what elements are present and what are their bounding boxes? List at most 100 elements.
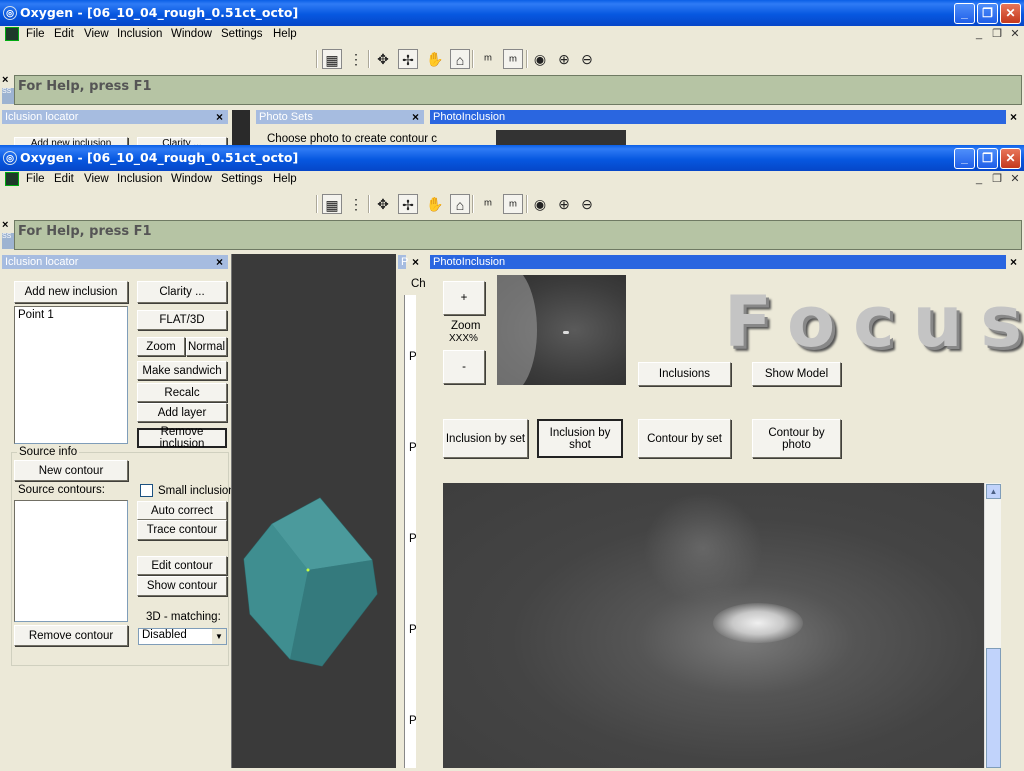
chevron-down-icon[interactable]: ▼ <box>212 629 226 644</box>
zoom-out-button[interactable]: - <box>443 350 485 384</box>
measure-2-icon[interactable]: ᵐ <box>503 194 523 214</box>
photo-sets-row[interactable]: P <box>409 351 417 363</box>
grid-icon[interactable]: ▦ <box>322 49 342 69</box>
matching-select[interactable]: Disabled ▼ <box>138 628 227 645</box>
dotted-line-icon[interactable]: ⋮ <box>346 49 366 69</box>
menu-file[interactable]: File <box>26 28 45 40</box>
inclusion-list[interactable]: Point 1 <box>14 306 128 444</box>
dotted-line-icon[interactable]: ⋮ <box>346 194 366 214</box>
maximize-button[interactable]: ❐ <box>977 3 998 24</box>
zoom-in-icon[interactable]: ⊕ <box>554 49 574 69</box>
mdi-close-button[interactable]: ✕ <box>1008 173 1022 186</box>
scroll-up-icon[interactable]: ▲ <box>986 484 1001 499</box>
contour-by-set-button[interactable]: Contour by set <box>638 419 731 458</box>
move-axis-icon[interactable]: ✢ <box>398 194 418 214</box>
maximize-button[interactable]: ❐ <box>977 148 998 169</box>
hand-icon[interactable]: ✋ <box>425 194 445 214</box>
mdi-minimize-button[interactable]: _ <box>972 28 986 41</box>
menu-help[interactable]: Help <box>273 28 297 40</box>
menu-help[interactable]: Help <box>273 173 297 185</box>
measure-2-icon[interactable]: ᵐ <box>503 49 523 69</box>
remove-contour-button[interactable]: Remove contour <box>14 625 128 646</box>
add-layer-button[interactable]: Add layer <box>137 403 227 422</box>
menu-inclusion[interactable]: Inclusion <box>117 28 162 40</box>
measure-1-icon[interactable]: ᵐ <box>478 194 498 214</box>
menu-settings[interactable]: Settings <box>221 173 263 185</box>
inclusion-by-set-button[interactable]: Inclusion by set <box>443 419 528 458</box>
show-contour-button[interactable]: Show contour <box>137 576 227 596</box>
new-contour-button[interactable]: New contour <box>14 460 128 481</box>
inclusions-button[interactable]: Inclusions <box>638 362 731 386</box>
minimize-button[interactable]: _ <box>954 3 975 24</box>
eye-icon[interactable]: ◉ <box>530 49 550 69</box>
mdi-close-button[interactable]: ✕ <box>1008 28 1022 41</box>
eye-icon[interactable]: ◉ <box>530 194 550 214</box>
zoom-in-icon[interactable]: ⊕ <box>554 194 574 214</box>
close-button[interactable]: ✕ <box>1000 148 1021 169</box>
zoom-out-icon[interactable]: ⊖ <box>577 194 597 214</box>
photo-scrollbar[interactable]: ▲ <box>984 483 1001 768</box>
zoom-button[interactable]: Zoom <box>137 337 185 356</box>
move-axis-icon[interactable]: ✢ <box>398 49 418 69</box>
bg-photo-sets-close-icon[interactable]: × <box>412 110 419 124</box>
auto-correct-button[interactable]: Auto correct <box>137 501 227 520</box>
small-inclusion-checkbox[interactable] <box>140 484 153 497</box>
scroll-thumb[interactable] <box>986 648 1001 768</box>
contour-by-photo-button[interactable]: Contour by photo <box>752 419 841 458</box>
helpbar-close-icon[interactable]: × <box>2 74 8 86</box>
photo-sets-row[interactable]: P <box>409 442 417 454</box>
photo-sets-row[interactable]: P <box>409 533 417 545</box>
camera-icon[interactable]: ⌂ <box>450 194 470 214</box>
menu-window[interactable]: Window <box>171 173 212 185</box>
show-model-button[interactable]: Show Model <box>752 362 841 386</box>
photo-sets-row[interactable]: P <box>409 715 417 727</box>
close-button[interactable]: ✕ <box>1000 3 1021 24</box>
hand-icon[interactable]: ✋ <box>425 49 445 69</box>
measure-1-icon[interactable]: ᵐ <box>478 49 498 69</box>
edit-contour-button[interactable]: Edit contour <box>137 556 227 575</box>
document-icon[interactable] <box>5 172 19 186</box>
camera-icon[interactable]: ⌂ <box>450 49 470 69</box>
recalc-button[interactable]: Recalc <box>137 383 227 402</box>
photo-sets-row[interactable]: P <box>409 624 417 636</box>
zoom-in-button[interactable]: + <box>443 281 485 315</box>
move-icon[interactable]: ✥ <box>373 194 393 214</box>
status-help-bar: For Help, press F1 <box>14 220 1022 250</box>
menu-inclusion[interactable]: Inclusion <box>117 173 162 185</box>
menu-window[interactable]: Window <box>171 28 212 40</box>
mdi-restore-button[interactable]: ❐ <box>990 28 1004 41</box>
menu-view[interactable]: View <box>84 28 109 40</box>
model-3d-viewer[interactable] <box>231 254 396 768</box>
add-new-inclusion-button[interactable]: Add new inclusion <box>14 281 128 303</box>
list-item[interactable]: Point 1 <box>15 307 127 323</box>
grid-icon[interactable]: ▦ <box>322 194 342 214</box>
photo-thumbnail[interactable] <box>497 275 626 385</box>
helpbar-close-icon[interactable]: × <box>2 219 8 231</box>
photo-sets-list[interactable] <box>404 295 416 768</box>
mdi-restore-button[interactable]: ❐ <box>990 173 1004 186</box>
make-sandwich-button[interactable]: Make sandwich <box>137 361 227 380</box>
menu-edit[interactable]: Edit <box>54 173 74 185</box>
locator-close-icon[interactable]: × <box>216 255 223 269</box>
menu-settings[interactable]: Settings <box>221 28 263 40</box>
inclusion-by-shot-button[interactable]: Inclusion by shot <box>537 419 623 458</box>
bg-photo-inclusion-close-icon[interactable]: × <box>1010 110 1017 124</box>
document-icon[interactable] <box>5 27 19 41</box>
photo-viewer[interactable] <box>443 483 984 768</box>
bg-locator-close-icon[interactable]: × <box>216 110 223 124</box>
source-contours-list[interactable] <box>14 500 128 622</box>
normal-button[interactable]: Normal <box>186 337 227 356</box>
move-icon[interactable]: ✥ <box>373 49 393 69</box>
flat-3d-button[interactable]: FLAT/3D <box>137 310 227 330</box>
photo-sets-close-icon[interactable]: × <box>412 255 419 269</box>
mdi-minimize-button[interactable]: _ <box>972 173 986 186</box>
menu-file[interactable]: File <box>26 173 45 185</box>
trace-contour-button[interactable]: Trace contour <box>137 520 227 540</box>
photo-inclusion-close-icon[interactable]: × <box>1010 255 1017 269</box>
menu-edit[interactable]: Edit <box>54 28 74 40</box>
remove-inclusion-button[interactable]: Remove inclusion <box>137 426 227 450</box>
minimize-button[interactable]: _ <box>954 148 975 169</box>
clarity-button[interactable]: Clarity ... <box>137 281 227 303</box>
zoom-out-icon[interactable]: ⊖ <box>577 49 597 69</box>
menu-view[interactable]: View <box>84 173 109 185</box>
